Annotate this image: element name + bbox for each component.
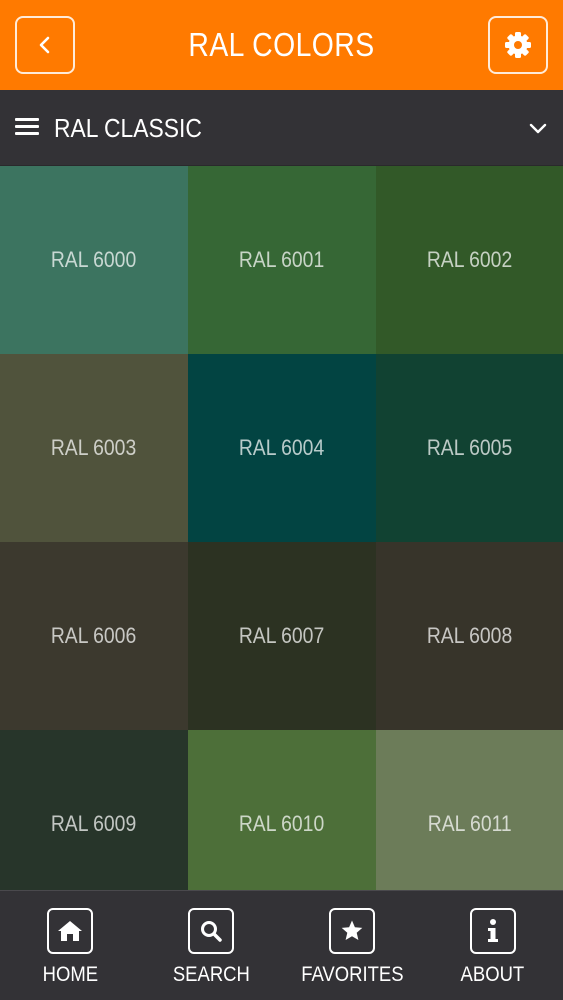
nav-about[interactable]: ABOUT [422,891,563,1000]
swatch-label: RAL 6009 [51,811,137,836]
swatch-label: RAL 6011 [427,811,512,836]
color-swatch[interactable]: RAL 6004 [188,354,376,542]
swatch-label: RAL 6006 [51,623,137,648]
chevron-left-icon [39,36,50,54]
swatch-label: RAL 6002 [426,247,513,272]
nav-favorites[interactable]: FAVORITES [282,891,423,1000]
app-title: RAL COLORS [188,26,375,63]
color-swatch[interactable]: RAL 6002 [376,166,563,354]
search-icon [201,921,222,942]
swatch-label: RAL 6004 [239,435,325,460]
color-swatch[interactable]: RAL 6001 [188,166,376,354]
nav-favorites-label: FAVORITES [300,963,404,986]
swatch-label: RAL 6001 [239,247,325,272]
nav-search[interactable]: SEARCH [141,891,282,1000]
color-swatch-grid: RAL 6000 RAL 6001 RAL 6002 RAL 6003 RAL … [0,166,563,890]
swatch-label: RAL 6007 [239,623,325,648]
palette-selector-label: RAL CLASSIC [54,112,202,143]
palette-selector[interactable]: RAL CLASSIC [0,90,563,166]
swatch-label: RAL 6003 [51,435,137,460]
info-icon [487,919,498,942]
color-swatch[interactable]: RAL 6007 [188,542,376,730]
nav-search-label: SEARCH [172,963,250,986]
app-header: RAL COLORS [0,0,563,90]
color-swatch[interactable]: RAL 6005 [376,354,563,542]
back-button[interactable] [15,16,75,74]
color-swatch[interactable]: RAL 6000 [0,166,188,354]
swatch-label: RAL 6000 [51,247,137,272]
bottom-nav: HOME SEARCH FAVORITES ABOUT [0,890,563,1000]
gear-icon [505,32,531,58]
swatch-label: RAL 6008 [426,623,513,648]
settings-button[interactable] [488,16,548,74]
nav-about-label: ABOUT [460,963,525,986]
nav-home-label: HOME [42,963,99,986]
home-icon [58,921,83,941]
color-swatch[interactable]: RAL 6011 [376,730,563,890]
color-swatch[interactable]: RAL 6010 [188,730,376,890]
star-icon [341,920,363,940]
nav-home[interactable]: HOME [0,891,141,1000]
swatch-label: RAL 6010 [239,811,325,836]
color-swatch[interactable]: RAL 6003 [0,354,188,542]
swatch-label: RAL 6005 [426,435,513,460]
color-swatch[interactable]: RAL 6006 [0,542,188,730]
color-swatch[interactable]: RAL 6008 [376,542,563,730]
hamburger-icon[interactable] [15,116,39,138]
chevron-down-icon[interactable] [528,120,548,136]
color-swatch[interactable]: RAL 6009 [0,730,188,890]
